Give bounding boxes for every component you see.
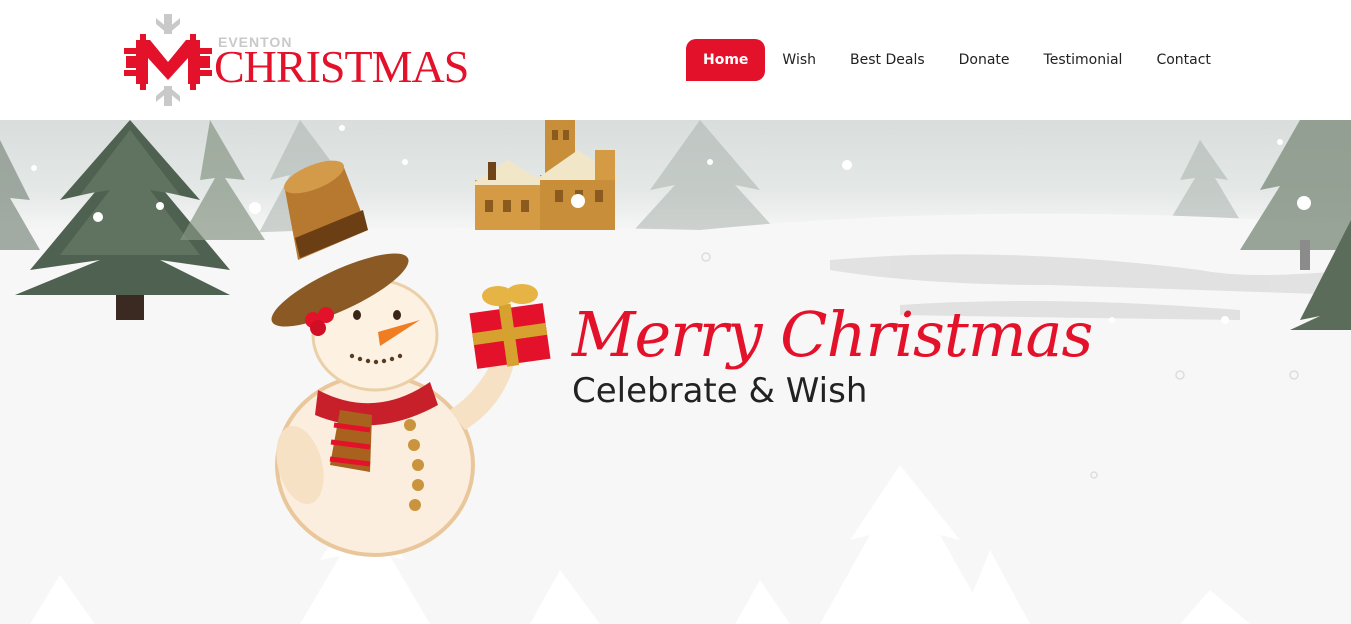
village-houses [470, 120, 622, 230]
hero-subtitle: Celebrate & Wish [572, 371, 868, 411]
main-nav: Home Wish Best Deals Donate Testimonial … [686, 39, 1228, 81]
nav-item-contact[interactable]: Contact [1139, 39, 1227, 81]
hero-text-block: Merry Christmas Celebrate & Wish [572, 298, 1093, 412]
nav-item-home[interactable]: Home [686, 39, 766, 81]
nav-item-best-deals[interactable]: Best Deals [833, 39, 942, 81]
hero-banner: Merry Christmas Celebrate & Wish [0, 120, 1351, 624]
site-header: EVENTON CHRISTMAS Home Wish Best Deals D… [0, 0, 1351, 120]
nav-item-testimonial[interactable]: Testimonial [1027, 39, 1140, 81]
brand-main-text: CHRISTMAS [214, 41, 469, 92]
nav-item-donate[interactable]: Donate [942, 39, 1027, 81]
snowflake-logo-icon [124, 14, 212, 106]
nav-item-wish[interactable]: Wish [765, 39, 833, 81]
hero-script-title: Merry Christmas [572, 298, 1093, 371]
brand-logo[interactable]: EVENTON CHRISTMAS [122, 12, 469, 108]
